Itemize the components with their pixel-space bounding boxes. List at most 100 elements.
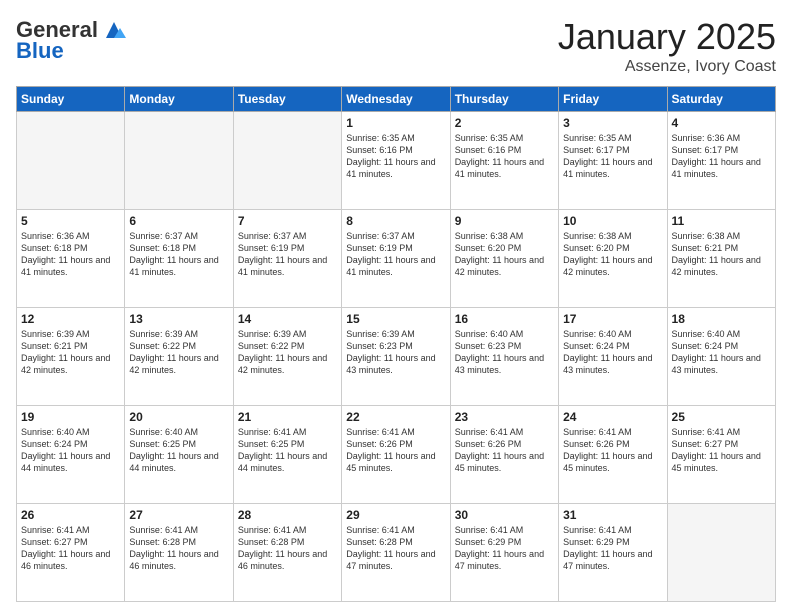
day-info: Sunrise: 6:41 AMSunset: 6:26 PMDaylight:… — [455, 426, 554, 475]
calendar-cell: 15 Sunrise: 6:39 AMSunset: 6:23 PMDayligh… — [342, 308, 450, 406]
calendar-cell: 16Sunrise: 6:40 AMSunset: 6:23 PMDayligh… — [450, 308, 558, 406]
day-number: 3 — [563, 116, 662, 130]
day-info: Sunrise: 6:35 AMSunset: 6:16 PMDaylight:… — [346, 132, 445, 181]
calendar-cell: 22 Sunrise: 6:41 AMSunset: 6:26 PMDayligh… — [342, 406, 450, 504]
day-number: 30 — [455, 508, 554, 522]
calendar-cell — [667, 504, 775, 602]
calendar-cell: 31 Sunrise: 6:41 AMSunset: 6:29 PMDayligh… — [559, 504, 667, 602]
day-info: Sunrise: 6:40 AMSunset: 6:23 PMDaylight:… — [455, 328, 554, 377]
calendar-cell: 23 Sunrise: 6:41 AMSunset: 6:26 PMDayligh… — [450, 406, 558, 504]
day-number: 21 — [238, 410, 337, 424]
day-info: Sunrise: 6:40 AMSunset: 6:25 PMDaylight:… — [129, 426, 228, 475]
day-info: Sunrise: 6:41 AMSunset: 6:29 PMDaylight:… — [455, 524, 554, 573]
location-title: Assenze, Ivory Coast — [558, 58, 776, 76]
day-info: Sunrise: 6:40 AMSunset: 6:24 PMDaylight:… — [21, 426, 120, 475]
day-info: Sunrise: 6:41 AMSunset: 6:27 PMDaylight:… — [21, 524, 120, 573]
day-number: 12 — [21, 312, 120, 326]
day-number: 9 — [455, 214, 554, 228]
calendar-cell: 5Sunrise: 6:36 AMSunset: 6:18 PMDaylight… — [17, 210, 125, 308]
calendar-cell: 26 Sunrise: 6:41 AMSunset: 6:27 PMDayligh… — [17, 504, 125, 602]
calendar-cell: 17 Sunrise: 6:40 AMSunset: 6:24 PMDayligh… — [559, 308, 667, 406]
day-number: 11 — [672, 214, 771, 228]
col-header-sunday: Sunday — [17, 87, 125, 112]
day-number: 24 — [563, 410, 662, 424]
calendar-cell: 19 Sunrise: 6:40 AMSunset: 6:24 PMDayligh… — [17, 406, 125, 504]
calendar-cell: 21 Sunrise: 6:41 AMSunset: 6:25 PMDayligh… — [233, 406, 341, 504]
day-number: 22 — [346, 410, 445, 424]
week-row-4: 19 Sunrise: 6:40 AMSunset: 6:24 PMDayligh… — [17, 406, 776, 504]
col-header-tuesday: Tuesday — [233, 87, 341, 112]
logo-icon — [100, 16, 128, 44]
day-info: Sunrise: 6:35 AMSunset: 6:17 PMDaylight:… — [563, 132, 662, 181]
day-info: Sunrise: 6:41 AMSunset: 6:26 PMDaylight:… — [346, 426, 445, 475]
day-number: 13 — [129, 312, 228, 326]
calendar-cell — [233, 112, 341, 210]
week-row-1: 1Sunrise: 6:35 AMSunset: 6:16 PMDaylight… — [17, 112, 776, 210]
calendar-cell — [125, 112, 233, 210]
calendar-cell: 29 Sunrise: 6:41 AMSunset: 6:28 PMDayligh… — [342, 504, 450, 602]
calendar-cell: 10Sunrise: 6:38 AMSunset: 6:20 PMDayligh… — [559, 210, 667, 308]
day-number: 27 — [129, 508, 228, 522]
day-number: 23 — [455, 410, 554, 424]
calendar-cell: 1Sunrise: 6:35 AMSunset: 6:16 PMDaylight… — [342, 112, 450, 210]
day-info: Sunrise: 6:41 AMSunset: 6:29 PMDaylight:… — [563, 524, 662, 573]
header: General Blue January 2025 Assenze, Ivory… — [16, 16, 776, 76]
day-number: 17 — [563, 312, 662, 326]
calendar-cell: 20 Sunrise: 6:40 AMSunset: 6:25 PMDayligh… — [125, 406, 233, 504]
day-info: Sunrise: 6:39 AMSunset: 6:23 PMDaylight:… — [346, 328, 445, 377]
day-number: 18 — [672, 312, 771, 326]
calendar-table: SundayMondayTuesdayWednesdayThursdayFrid… — [16, 86, 776, 602]
week-row-5: 26 Sunrise: 6:41 AMSunset: 6:27 PMDayligh… — [17, 504, 776, 602]
day-info: Sunrise: 6:37 AMSunset: 6:19 PMDaylight:… — [346, 230, 445, 279]
logo: General Blue — [16, 16, 128, 62]
day-number: 29 — [346, 508, 445, 522]
day-info: Sunrise: 6:39 AMSunset: 6:22 PMDaylight:… — [129, 328, 228, 377]
calendar-cell: 4Sunrise: 6:36 AMSunset: 6:17 PMDaylight… — [667, 112, 775, 210]
day-number: 31 — [563, 508, 662, 522]
day-info: Sunrise: 6:37 AMSunset: 6:19 PMDaylight:… — [238, 230, 337, 279]
day-info: Sunrise: 6:41 AMSunset: 6:27 PMDaylight:… — [672, 426, 771, 475]
calendar-cell: 25 Sunrise: 6:41 AMSunset: 6:27 PMDayligh… — [667, 406, 775, 504]
day-number: 20 — [129, 410, 228, 424]
calendar-cell: 2 Sunrise: 6:35 AMSunset: 6:16 PMDaylight… — [450, 112, 558, 210]
day-number: 7 — [238, 214, 337, 228]
day-info: Sunrise: 6:41 AMSunset: 6:28 PMDaylight:… — [129, 524, 228, 573]
day-number: 15 — [346, 312, 445, 326]
day-number: 6 — [129, 214, 228, 228]
day-number: 10 — [563, 214, 662, 228]
calendar-cell: 30 Sunrise: 6:41 AMSunset: 6:29 PMDayligh… — [450, 504, 558, 602]
day-number: 4 — [672, 116, 771, 130]
day-number: 19 — [21, 410, 120, 424]
day-info: Sunrise: 6:39 AMSunset: 6:22 PMDaylight:… — [238, 328, 337, 377]
day-info: Sunrise: 6:41 AMSunset: 6:28 PMDaylight:… — [238, 524, 337, 573]
day-number: 26 — [21, 508, 120, 522]
col-header-friday: Friday — [559, 87, 667, 112]
calendar-cell: 12Sunrise: 6:39 AMSunset: 6:21 PMDayligh… — [17, 308, 125, 406]
day-info: Sunrise: 6:35 AMSunset: 6:16 PMDaylight:… — [455, 132, 554, 181]
calendar-cell: 11Sunrise: 6:38 AMSunset: 6:21 PMDayligh… — [667, 210, 775, 308]
day-number: 2 — [455, 116, 554, 130]
calendar-cell: 13 Sunrise: 6:39 AMSunset: 6:22 PMDayligh… — [125, 308, 233, 406]
day-number: 28 — [238, 508, 337, 522]
week-row-2: 5Sunrise: 6:36 AMSunset: 6:18 PMDaylight… — [17, 210, 776, 308]
calendar-cell: 27 Sunrise: 6:41 AMSunset: 6:28 PMDayligh… — [125, 504, 233, 602]
day-number: 14 — [238, 312, 337, 326]
day-number: 5 — [21, 214, 120, 228]
calendar-cell: 24Sunrise: 6:41 AMSunset: 6:26 PMDayligh… — [559, 406, 667, 504]
day-info: Sunrise: 6:37 AMSunset: 6:18 PMDaylight:… — [129, 230, 228, 279]
day-number: 25 — [672, 410, 771, 424]
week-row-3: 12Sunrise: 6:39 AMSunset: 6:21 PMDayligh… — [17, 308, 776, 406]
title-block: January 2025 Assenze, Ivory Coast — [558, 16, 776, 76]
col-header-monday: Monday — [125, 87, 233, 112]
calendar-cell: 3 Sunrise: 6:35 AMSunset: 6:17 PMDaylight… — [559, 112, 667, 210]
calendar-cell: 28 Sunrise: 6:41 AMSunset: 6:28 PMDayligh… — [233, 504, 341, 602]
calendar-cell: 18Sunrise: 6:40 AMSunset: 6:24 PMDayligh… — [667, 308, 775, 406]
day-info: Sunrise: 6:40 AMSunset: 6:24 PMDaylight:… — [563, 328, 662, 377]
calendar-cell: 6 Sunrise: 6:37 AMSunset: 6:18 PMDaylight… — [125, 210, 233, 308]
calendar-cell: 9Sunrise: 6:38 AMSunset: 6:20 PMDaylight… — [450, 210, 558, 308]
day-info: Sunrise: 6:41 AMSunset: 6:28 PMDaylight:… — [346, 524, 445, 573]
day-info: Sunrise: 6:41 AMSunset: 6:25 PMDaylight:… — [238, 426, 337, 475]
calendar-cell: 14 Sunrise: 6:39 AMSunset: 6:22 PMDayligh… — [233, 308, 341, 406]
col-header-thursday: Thursday — [450, 87, 558, 112]
month-title: January 2025 — [558, 16, 776, 58]
